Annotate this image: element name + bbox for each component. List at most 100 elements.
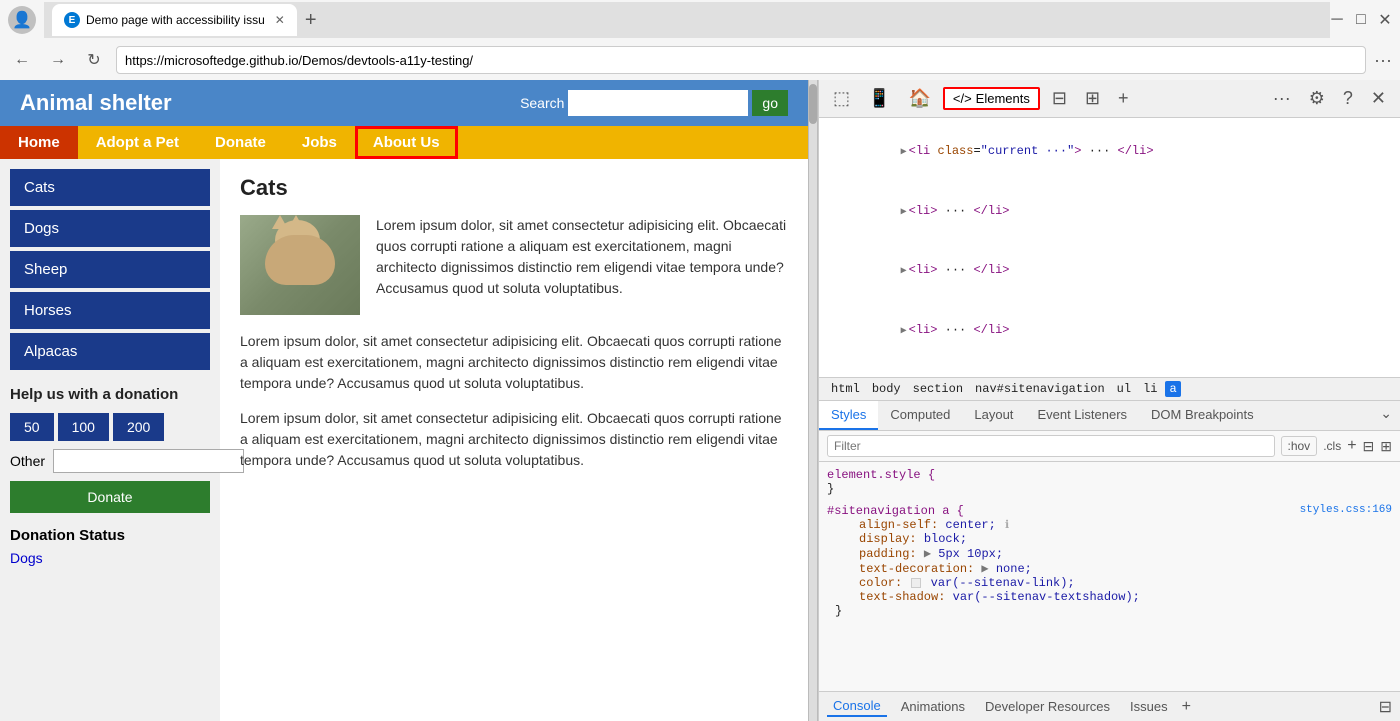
tab-dom-breakpoints[interactable]: DOM Breakpoints xyxy=(1139,401,1266,430)
inspect-element-button[interactable]: ⬚ xyxy=(827,84,856,113)
nav-item-about[interactable]: About Us xyxy=(355,126,458,159)
minimize-button[interactable]: ─ xyxy=(1330,13,1344,27)
other-amount-input[interactable] xyxy=(53,449,244,473)
main-content: Cats Lorem ipsum dolor, sit amet consect… xyxy=(220,159,808,721)
page-scrollbar[interactable] xyxy=(808,80,818,721)
info-icon[interactable]: ℹ xyxy=(1005,520,1009,532)
elements-tab-icon: </> xyxy=(953,91,972,106)
help-button[interactable]: ? xyxy=(1337,84,1359,113)
add-style-rule-button[interactable]: + xyxy=(1347,437,1356,455)
cat-section: Lorem ipsum dolor, sit amet consectetur … xyxy=(240,215,788,315)
text-dec-expand-icon[interactable]: ▶ xyxy=(981,562,995,576)
style-prop-display: display: block; xyxy=(827,532,1392,546)
device-toggle-button[interactable]: ⊞ xyxy=(1079,84,1106,113)
donation-status-item[interactable]: Dogs xyxy=(10,550,210,566)
html-line-li-2[interactable]: ▶<li> ··· </li> xyxy=(819,241,1400,301)
settings-button[interactable]: ⚙ xyxy=(1303,84,1331,113)
donate-button[interactable]: Donate xyxy=(10,481,210,513)
close-button[interactable]: ✕ xyxy=(1378,13,1392,27)
hover-state-button[interactable]: :hov xyxy=(1281,436,1318,456)
amount-200-button[interactable]: 200 xyxy=(113,413,164,441)
tab-event-listeners[interactable]: Event Listeners xyxy=(1025,401,1139,430)
html-line-li-about[interactable]: ▼<li> xyxy=(819,360,1400,378)
html-tree: ▶<li class="current ···"> ··· </li> ▶<li… xyxy=(819,118,1400,378)
home-button[interactable]: 🏠 xyxy=(902,84,936,113)
main-area: Animal shelter Search go Home Adopt a Pe… xyxy=(0,80,1400,721)
style-prop-color: color: var(--sitenav-link); xyxy=(827,576,1392,590)
nav-item-jobs[interactable]: Jobs xyxy=(284,126,355,159)
browser-tab[interactable]: E Demo page with accessibility issu ✕ xyxy=(52,4,297,36)
nav-item-home[interactable]: Home xyxy=(0,126,78,159)
devtools-toolbar: ⬚ 📱 🏠 </> Elements ⊟ ⊞ + ··· ⚙ ? ✕ xyxy=(819,80,1400,118)
html-line-li-current[interactable]: ▶<li class="current ···"> ··· </li> xyxy=(819,122,1400,182)
styles-source-link[interactable]: styles.css:169 xyxy=(1300,504,1392,516)
tab-computed[interactable]: Computed xyxy=(878,401,962,430)
breadcrumb-li[interactable]: li xyxy=(1139,381,1161,397)
devtools-panel: ⬚ 📱 🏠 </> Elements ⊟ ⊞ + ··· ⚙ ? ✕ ▶<li … xyxy=(818,80,1400,721)
search-input[interactable] xyxy=(568,90,748,116)
donation-status-title: Donation Status xyxy=(10,527,210,544)
tab-animations[interactable]: Animations xyxy=(895,697,971,716)
devtools-bottom-tab-bar: Console Animations Developer Resources I… xyxy=(819,691,1400,721)
breadcrumb-html[interactable]: html xyxy=(827,381,864,397)
class-state-button[interactable]: .cls xyxy=(1323,439,1341,453)
breadcrumb-a[interactable]: a xyxy=(1165,381,1180,397)
element-style-selector: element.style { xyxy=(827,468,1392,482)
refresh-button[interactable]: ↻ xyxy=(80,46,108,74)
dock-side-button[interactable]: ⊟ xyxy=(1379,697,1392,717)
url-input[interactable] xyxy=(116,46,1366,74)
maximize-button[interactable]: □ xyxy=(1354,13,1368,27)
elements-tab[interactable]: </> Elements xyxy=(943,87,1040,110)
style-icon-1[interactable]: ⊟ xyxy=(1363,438,1375,455)
nav-item-adopt[interactable]: Adopt a Pet xyxy=(78,126,197,159)
forward-button[interactable]: → xyxy=(44,46,72,74)
back-button[interactable]: ← xyxy=(8,46,36,74)
breadcrumb-body[interactable]: body xyxy=(868,381,905,397)
sidebar-item-sheep[interactable]: Sheep xyxy=(10,251,210,288)
styles-content: element.style { } #sitenavigation a { st… xyxy=(819,462,1400,691)
console-drawer-button[interactable]: ⊟ xyxy=(1046,84,1073,113)
more-options-button[interactable]: ··· xyxy=(1267,84,1297,113)
sidebar-item-dogs[interactable]: Dogs xyxy=(10,210,210,247)
cat-image xyxy=(240,215,360,315)
add-tab-button[interactable]: + xyxy=(1182,698,1191,716)
tab-close-button[interactable]: ✕ xyxy=(275,13,285,27)
tab-issues[interactable]: Issues xyxy=(1124,697,1174,716)
cat-body xyxy=(265,235,335,285)
site-header: Animal shelter Search go xyxy=(0,80,808,126)
browser-more-button[interactable]: ··· xyxy=(1374,50,1392,71)
breadcrumb-nav[interactable]: nav#sitenavigation xyxy=(971,381,1109,397)
amount-50-button[interactable]: 50 xyxy=(10,413,54,441)
sidebar-item-alpacas[interactable]: Alpacas xyxy=(10,333,210,370)
styles-filter-input[interactable] xyxy=(827,435,1275,457)
amount-100-button[interactable]: 100 xyxy=(58,413,109,441)
close-devtools-button[interactable]: ✕ xyxy=(1365,84,1392,113)
color-swatch-sitenav[interactable] xyxy=(911,578,921,588)
styles-filter-bar: :hov .cls + ⊟ ⊞ xyxy=(819,431,1400,462)
tab-favicon: E xyxy=(64,12,80,28)
search-button[interactable]: go xyxy=(752,90,788,116)
search-area: Search go xyxy=(520,90,788,116)
donation-title: Help us with a donation xyxy=(10,386,210,403)
scrollbar-thumb[interactable] xyxy=(809,84,817,124)
styles-expand-button[interactable]: ⌄ xyxy=(1372,401,1400,430)
nav-item-donate[interactable]: Donate xyxy=(197,126,284,159)
tab-console[interactable]: Console xyxy=(827,696,887,717)
style-prop-padding: padding: ▶ 5px 10px; xyxy=(827,546,1392,561)
html-line-li-3[interactable]: ▶<li> ··· </li> xyxy=(819,301,1400,361)
sidebar-item-horses[interactable]: Horses xyxy=(10,292,210,329)
tab-styles[interactable]: Styles xyxy=(819,401,878,430)
tab-layout[interactable]: Layout xyxy=(962,401,1025,430)
tab-developer-resources[interactable]: Developer Resources xyxy=(979,697,1116,716)
breadcrumb-ul[interactable]: ul xyxy=(1113,381,1135,397)
new-tab-button[interactable]: + xyxy=(305,9,317,32)
sidebar-item-cats[interactable]: Cats xyxy=(10,169,210,206)
element-style-rule: element.style { } xyxy=(827,468,1392,496)
device-emulation-button[interactable]: 📱 xyxy=(862,84,896,113)
more-tools-button[interactable]: + xyxy=(1112,84,1135,113)
donation-amounts: 50 100 200 xyxy=(10,413,210,441)
style-icon-2[interactable]: ⊞ xyxy=(1380,438,1392,455)
html-line-li-1[interactable]: ▶<li> ··· </li> xyxy=(819,182,1400,242)
padding-expand-icon[interactable]: ▶ xyxy=(924,547,938,561)
breadcrumb-section[interactable]: section xyxy=(909,381,967,397)
